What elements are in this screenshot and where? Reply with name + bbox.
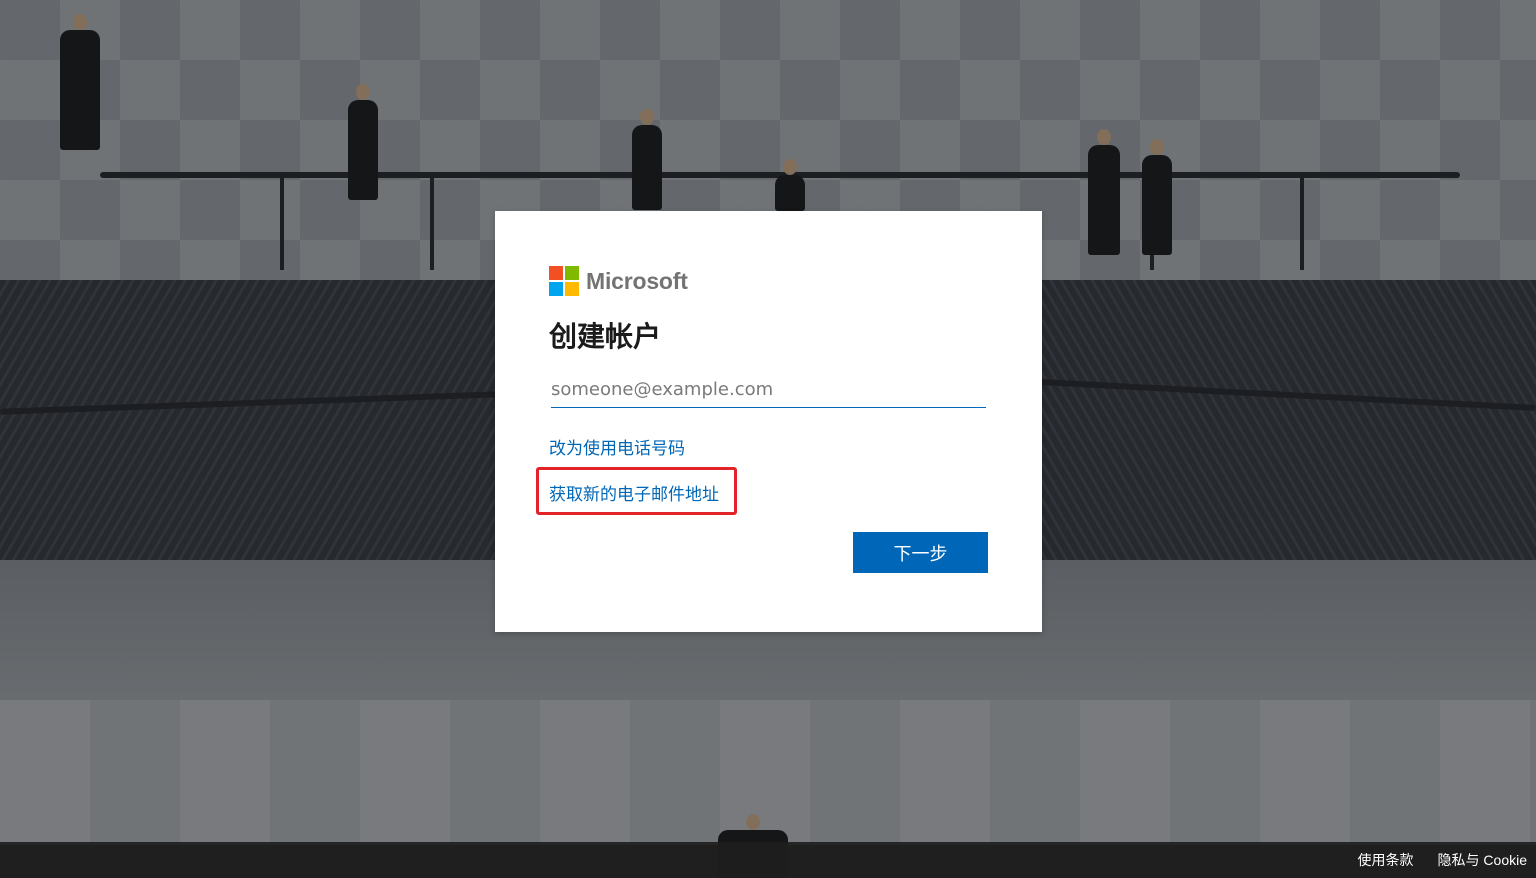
microsoft-logo-text: Microsoft <box>586 267 688 294</box>
get-new-email-link[interactable]: 获取新的电子邮件地址 <box>549 480 719 505</box>
microsoft-logo-icon <box>549 266 579 296</box>
terms-of-use-link[interactable]: 使用条款 <box>1358 850 1414 870</box>
create-account-card: Microsoft 创建帐户 改为使用电话号码 获取新的电子邮件地址 下一步 <box>495 211 1042 632</box>
use-phone-number-link[interactable]: 改为使用电话号码 <box>549 434 685 459</box>
page-title: 创建帐户 <box>549 321 662 352</box>
page: Microsoft 创建帐户 改为使用电话号码 获取新的电子邮件地址 下一步 使… <box>0 0 1536 878</box>
email-field[interactable] <box>551 371 986 408</box>
footer: 使用条款 隐私与 Cookie <box>0 842 1536 878</box>
microsoft-logo: Microsoft <box>549 266 688 296</box>
privacy-cookies-link[interactable]: 隐私与 Cookie <box>1438 850 1527 870</box>
next-button[interactable]: 下一步 <box>853 532 988 573</box>
